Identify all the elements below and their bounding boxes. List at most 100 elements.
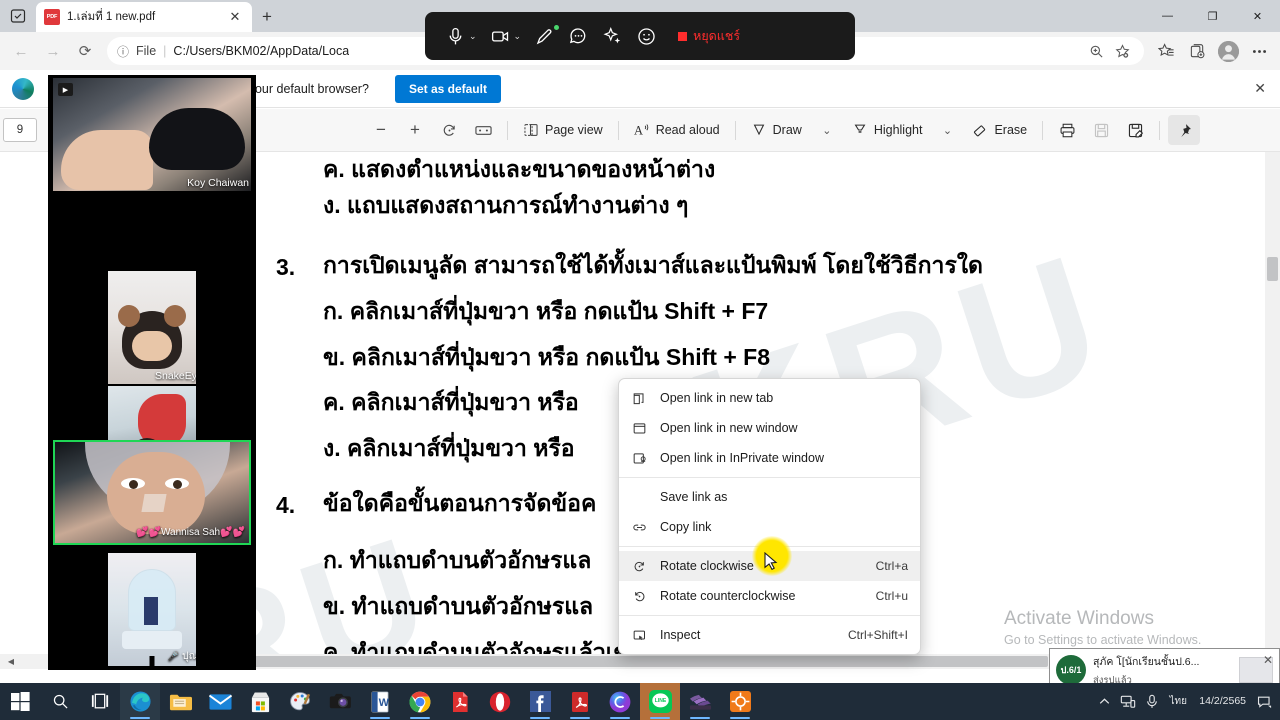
line-icon[interactable]: LINE — [640, 683, 680, 720]
stop-share-button[interactable]: หยุดแชร์ — [678, 26, 740, 46]
reload-button[interactable]: ⟳ — [70, 36, 100, 66]
participant-name: 🎤ปุณญชา ชูสุข — [168, 647, 196, 664]
file-explorer-icon[interactable] — [160, 683, 200, 720]
paint-icon[interactable] — [280, 683, 320, 720]
search-button[interactable] — [40, 683, 80, 720]
menu-item-rotate-counterclockwise[interactable]: Rotate counterclockwise Ctrl+u — [619, 581, 920, 611]
toast-close-icon[interactable]: ✕ — [1263, 653, 1273, 667]
page-number-input[interactable]: 9 — [3, 118, 37, 142]
zoom-in-button[interactable]: + — [399, 115, 431, 145]
set-as-default-button[interactable]: Set as default — [394, 74, 501, 103]
new-tab-button[interactable]: + — [252, 2, 282, 32]
close-window-button[interactable]: ✕ — [1235, 0, 1280, 32]
zoom-out-button[interactable]: − — [365, 115, 397, 145]
draw-button[interactable]: Draw — [744, 115, 809, 145]
video-tile[interactable]: SnakeEyes_639565 — [108, 271, 196, 384]
inprivate-icon — [631, 450, 648, 467]
participant-name: SnakeEyes_639565 — [155, 370, 196, 382]
erase-button[interactable]: Erase — [965, 115, 1034, 145]
menu-separator — [619, 477, 920, 478]
play-icon[interactable]: ▶ — [58, 83, 73, 96]
menu-item-open-link-new-tab[interactable]: Open link in new tab — [619, 383, 920, 413]
draw-label: Draw — [772, 123, 802, 137]
rotate-icon[interactable] — [433, 115, 465, 145]
browser-tab[interactable]: PDF 1.เล่มที่ 1 new.pdf ✕ — [36, 2, 252, 32]
favorites-icon[interactable] — [1151, 36, 1181, 66]
svg-text:A: A — [634, 123, 643, 137]
menu-separator-3 — [619, 615, 920, 616]
opera-icon[interactable] — [480, 683, 520, 720]
video-tile[interactable]: 🎤ปุณญชา ชูสุข — [108, 553, 196, 666]
collections-icon[interactable] — [1182, 36, 1212, 66]
draw-chevron-down-icon[interactable]: ⌄ — [811, 115, 843, 145]
edge-logo-icon — [12, 77, 34, 100]
winrar-icon[interactable] — [680, 683, 720, 720]
toolbar-divider-5 — [1159, 120, 1161, 140]
horizontal-scrollbar-thumb[interactable] — [128, 656, 1048, 667]
red-app-icon[interactable] — [440, 683, 480, 720]
participant-name: Koy Chaiwan — [187, 177, 249, 189]
chrome-icon[interactable] — [400, 683, 440, 720]
profile-avatar[interactable] — [1213, 36, 1243, 66]
pin-icon[interactable] — [1168, 115, 1201, 145]
rail-collapse-handle[interactable] — [149, 656, 155, 670]
menu-item-inspect[interactable]: Inspect Ctrl+Shift+I — [619, 620, 920, 650]
word-icon[interactable]: W — [360, 683, 400, 720]
highlight-chevron-down-icon[interactable]: ⌄ — [931, 115, 963, 145]
mail-icon[interactable] — [200, 683, 240, 720]
tab-search-icon[interactable] — [0, 0, 36, 32]
edge-taskbar-icon[interactable] — [120, 683, 160, 720]
zoom-icon[interactable] — [1084, 39, 1108, 63]
banner-close-icon[interactable]: ✕ — [1254, 80, 1266, 97]
site-info-icon[interactable]: ⓘ — [117, 43, 129, 60]
c-app-icon[interactable] — [600, 683, 640, 720]
notification-icon[interactable] — [1254, 689, 1276, 715]
orange-app-icon[interactable] — [720, 683, 760, 720]
microphone-button[interactable]: ⌄ — [439, 19, 483, 53]
menu-item-save-link-as[interactable]: Save link as — [619, 482, 920, 512]
facebook-icon[interactable] — [520, 683, 560, 720]
effects-button[interactable] — [596, 19, 629, 53]
mic-icon[interactable] — [1141, 689, 1163, 715]
language-indicator[interactable]: ไทย — [1165, 689, 1191, 715]
toolbar-divider-2 — [617, 120, 619, 140]
forward-button[interactable]: → — [38, 36, 68, 66]
highlight-button[interactable]: Highlight — [845, 115, 930, 145]
network-icon[interactable] — [1117, 689, 1139, 715]
menu-item-label: Save link as — [660, 490, 728, 504]
menu-item-open-link-inprivate[interactable]: Open link in InPrivate window — [619, 443, 920, 473]
add-favorite-icon[interactable] — [1110, 39, 1134, 63]
reaction-button[interactable] — [630, 19, 663, 53]
adobe-reader-icon[interactable] — [560, 683, 600, 720]
mic-chevron-down-icon[interactable]: ⌄ — [469, 31, 477, 42]
fit-page-icon[interactable] — [467, 115, 499, 145]
running-indicator — [730, 717, 750, 719]
start-button[interactable] — [0, 683, 40, 720]
back-button[interactable]: ← — [6, 36, 36, 66]
video-tile-active-speaker[interactable]: 💕💕Wannisa Sah💕💕 — [53, 440, 251, 545]
pen-button[interactable] — [528, 19, 561, 53]
page-view-button[interactable]: Page view — [516, 115, 610, 145]
menu-item-open-link-new-window[interactable]: Open link in new window — [619, 413, 920, 443]
print-icon[interactable] — [1051, 115, 1083, 145]
tray-chevron-up-icon[interactable] — [1093, 689, 1115, 715]
chat-icon — [570, 27, 586, 43]
microsoft-store-icon[interactable] — [240, 683, 280, 720]
save-as-icon[interactable] — [1119, 115, 1151, 145]
read-aloud-button[interactable]: A Read aloud — [627, 115, 727, 145]
camera-chevron-down-icon[interactable]: ⌄ — [514, 31, 522, 42]
settings-more-icon[interactable] — [1244, 36, 1274, 66]
vertical-scrollbar[interactable] — [1265, 152, 1280, 669]
video-tile[interactable]: ▶ Koy Chaiwan — [53, 78, 251, 191]
taskbar-clock[interactable]: 14/2/2565 — [1193, 695, 1252, 707]
camera-button[interactable]: ⌄ — [484, 19, 528, 53]
task-view-button[interactable] — [80, 683, 120, 720]
tab-close-icon[interactable]: ✕ — [226, 8, 244, 26]
scroll-left-arrow-icon[interactable]: ◀ — [4, 655, 18, 668]
chat-button[interactable] — [562, 19, 595, 53]
camera-icon[interactable] — [320, 683, 360, 720]
link-icon — [631, 519, 648, 536]
vertical-scrollbar-thumb[interactable] — [1267, 257, 1278, 281]
minimize-button[interactable]: — — [1145, 0, 1190, 32]
maximize-button[interactable]: ❐ — [1190, 0, 1235, 32]
